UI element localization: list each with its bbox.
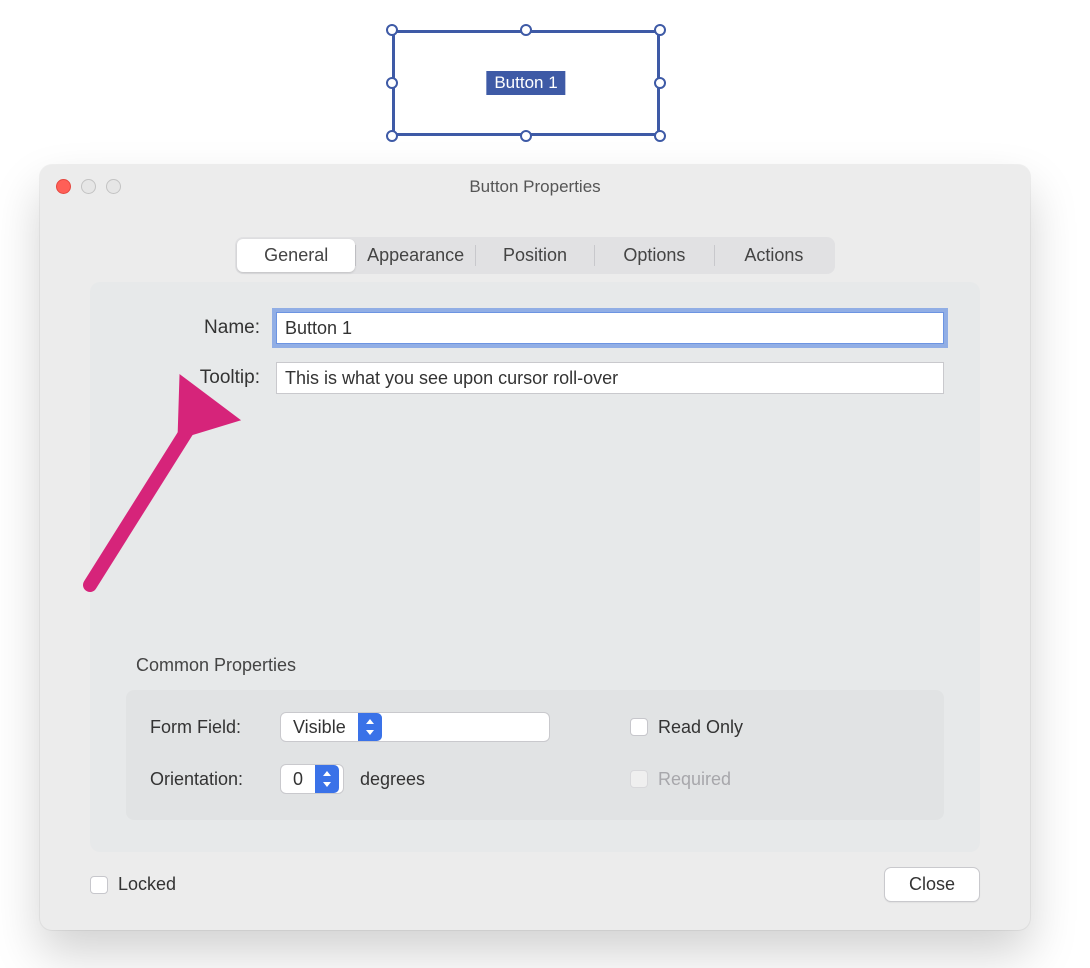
orientation-select[interactable]: 0 (280, 764, 344, 794)
common-properties: Common Properties Form Field: Visible (126, 625, 944, 820)
orientation-value: 0 (281, 765, 315, 793)
close-button[interactable]: Close (884, 867, 980, 902)
tab-actions[interactable]: Actions (715, 239, 833, 272)
name-input[interactable] (276, 312, 944, 344)
window-title: Button Properties (469, 177, 600, 197)
tooltip-row: Tooltip: (126, 362, 944, 394)
locked-label: Locked (118, 874, 176, 895)
locked-checkbox[interactable] (90, 876, 108, 894)
read-only-label: Read Only (658, 717, 743, 738)
resize-handle-bm[interactable] (520, 130, 532, 142)
tab-bar: General Appearance Position Options Acti… (235, 237, 835, 274)
required-row: Required (630, 769, 920, 790)
stepper-icon (315, 765, 339, 793)
required-label: Required (658, 769, 731, 790)
required-checkbox (630, 770, 648, 788)
tooltip-input[interactable] (276, 362, 944, 394)
resize-handle-tm[interactable] (520, 24, 532, 36)
resize-handle-mr[interactable] (654, 77, 666, 89)
form-field-select[interactable]: Visible (280, 712, 550, 742)
resize-handle-tr[interactable] (654, 24, 666, 36)
resize-handle-ml[interactable] (386, 77, 398, 89)
tab-general[interactable]: General (237, 239, 355, 272)
orientation-label: Orientation: (150, 769, 280, 790)
canvas-button-label: Button 1 (486, 71, 565, 95)
name-row: Name: (126, 312, 944, 344)
general-panel: Name: Tooltip: Common Properties Form Fi… (90, 282, 980, 852)
tooltip-label: Tooltip: (126, 367, 276, 389)
form-field-value: Visible (281, 713, 358, 741)
tab-options[interactable]: Options (595, 239, 713, 272)
tab-position[interactable]: Position (476, 239, 594, 272)
read-only-checkbox[interactable] (630, 718, 648, 736)
stepper-icon (358, 713, 382, 741)
form-field-label: Form Field: (150, 717, 280, 738)
traffic-lights (56, 179, 121, 194)
resize-handle-bl[interactable] (386, 130, 398, 142)
common-properties-body: Form Field: Visible Read Only (126, 690, 944, 820)
window-minimize-icon[interactable] (81, 179, 96, 194)
name-label: Name: (126, 317, 276, 339)
common-properties-title: Common Properties (136, 655, 944, 676)
titlebar[interactable]: Button Properties (40, 165, 1030, 209)
bottom-bar: Locked Close (90, 867, 980, 902)
canvas-selected-button[interactable]: Button 1 (392, 30, 660, 136)
resize-handle-br[interactable] (654, 130, 666, 142)
locked-row: Locked (90, 874, 176, 895)
properties-window: Button Properties General Appearance Pos… (40, 165, 1030, 930)
window-close-icon[interactable] (56, 179, 71, 194)
window-fullscreen-icon[interactable] (106, 179, 121, 194)
tab-appearance[interactable]: Appearance (356, 239, 474, 272)
resize-handle-tl[interactable] (386, 24, 398, 36)
read-only-row: Read Only (630, 717, 920, 738)
orientation-unit: degrees (360, 769, 425, 790)
